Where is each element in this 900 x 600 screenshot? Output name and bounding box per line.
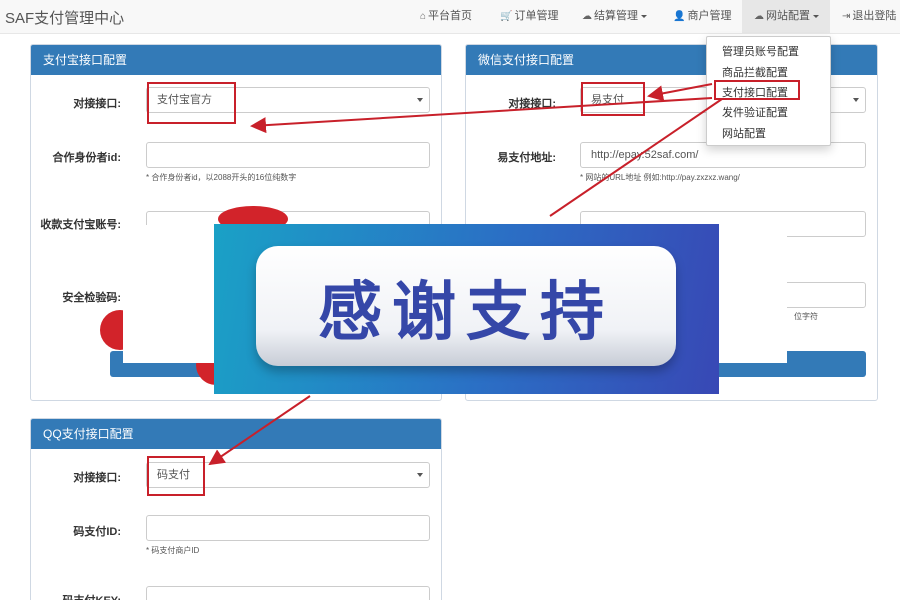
- thanks-banner: 感谢支持: [214, 224, 719, 394]
- arrow-line-down: [549, 98, 723, 217]
- banner-text: 感谢支持: [318, 275, 614, 350]
- banner-plate: 感谢支持: [256, 246, 676, 366]
- arrow-to-wechat: [647, 83, 713, 102]
- arrow-to-qq: [208, 395, 311, 466]
- arrow-to-alipay: [250, 97, 713, 134]
